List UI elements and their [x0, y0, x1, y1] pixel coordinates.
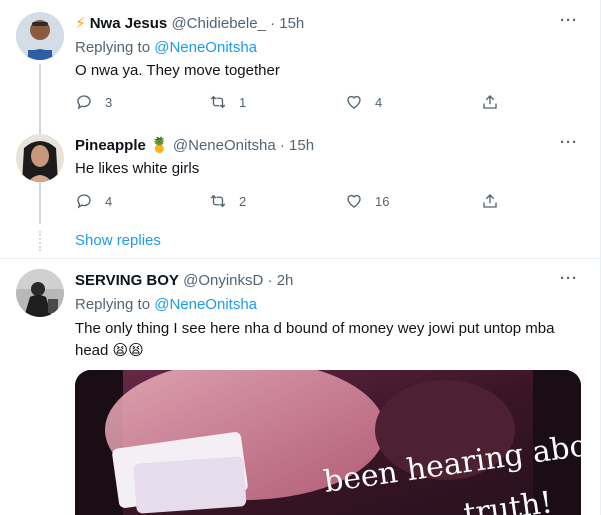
- like-count: 4: [375, 94, 383, 110]
- avatar-image: [16, 134, 64, 182]
- reply-button[interactable]: 3: [75, 92, 112, 112]
- video-thumbnail: been hearing about truth!: [75, 370, 581, 515]
- tweet-nwa-jesus[interactable]: ⚡ Nwa Jesus @Chidiebele_ · 15h ··· Reply…: [0, 0, 600, 224]
- like-button[interactable]: 16: [345, 191, 389, 211]
- avatar[interactable]: [16, 269, 64, 317]
- replying-label: Replying to: [75, 296, 151, 313]
- timeline: ⚡ Nwa Jesus @Chidiebele_ · 15h ··· Reply…: [0, 0, 601, 515]
- display-name[interactable]: SERVING BOY: [75, 272, 179, 289]
- tweet-text: O nwa ya. They move together: [75, 62, 280, 79]
- replying-to-link[interactable]: @NeneOnitsha: [154, 296, 257, 313]
- tweet-actions: 3 1 4: [75, 92, 505, 112]
- reply-count: 3: [105, 94, 113, 110]
- retweet-icon: [210, 95, 226, 109]
- replying-to: Replying to @NeneOnitsha: [75, 39, 257, 56]
- share-button[interactable]: [481, 92, 499, 112]
- share-icon: [483, 194, 497, 208]
- reply-icon: [77, 194, 91, 209]
- tweet-header: SERVING BOY @OnyinksD · 2h: [75, 271, 293, 291]
- show-replies-link[interactable]: Show replies: [75, 232, 161, 249]
- show-replies-row[interactable]: Show replies: [0, 225, 600, 258]
- separator-dot: ·: [279, 137, 285, 154]
- reply-icon: [77, 95, 91, 110]
- tweet-serving-boy[interactable]: SERVING BOY @OnyinksD · 2h ··· Replying …: [0, 259, 600, 515]
- avatar[interactable]: [16, 12, 64, 60]
- share-button[interactable]: [481, 191, 499, 211]
- replying-to-link[interactable]: @NeneOnitsha: [154, 39, 257, 56]
- more-icon[interactable]: ···: [560, 270, 578, 287]
- heart-icon: [347, 95, 361, 109]
- more-icon[interactable]: ···: [560, 134, 578, 151]
- display-name[interactable]: Pineapple: [75, 137, 146, 154]
- user-handle[interactable]: @OnyinksD: [183, 272, 263, 289]
- retweet-count: 1: [239, 94, 247, 110]
- separator-dot: ·: [267, 272, 273, 289]
- replying-to: Replying to @NeneOnitsha: [75, 296, 257, 313]
- lightning-badge: ⚡: [75, 15, 86, 32]
- share-icon: [483, 95, 497, 109]
- retweet-icon: [210, 194, 226, 208]
- thread-dots: [39, 231, 41, 251]
- timestamp[interactable]: 2h: [277, 272, 294, 289]
- pineapple-badge: 🍍: [150, 137, 169, 154]
- retweet-count: 2: [239, 193, 247, 209]
- tweet-text: He likes white girls: [75, 160, 200, 177]
- retweet-button[interactable]: 2: [209, 191, 246, 211]
- user-handle[interactable]: @Chidiebele_: [171, 15, 265, 32]
- tweet-pineapple[interactable]: Pineapple 🍍 @NeneOnitsha · 15h ··· He li…: [0, 125, 600, 225]
- reply-count: 4: [105, 193, 113, 209]
- replying-label: Replying to: [75, 39, 151, 56]
- tweet-media[interactable]: been hearing about truth!: [75, 370, 581, 515]
- avatar[interactable]: [16, 134, 64, 182]
- tweet-header: ⚡ Nwa Jesus @Chidiebele_ · 15h: [75, 14, 304, 34]
- tweet-header: Pineapple 🍍 @NeneOnitsha · 15h: [75, 136, 314, 156]
- reply-button[interactable]: 4: [75, 191, 112, 211]
- retweet-button[interactable]: 1: [209, 92, 246, 112]
- more-icon[interactable]: ···: [560, 12, 578, 29]
- avatar-image: [16, 269, 64, 317]
- timestamp[interactable]: 15h: [289, 137, 314, 154]
- timestamp[interactable]: 15h: [279, 15, 304, 32]
- separator-dot: ·: [270, 15, 276, 32]
- like-button[interactable]: 4: [345, 92, 382, 112]
- like-count: 16: [375, 193, 390, 209]
- tweet-text: The only thing I see here nha d bound of…: [75, 320, 555, 359]
- display-name[interactable]: Nwa Jesus: [90, 15, 168, 32]
- avatar-image: [16, 12, 64, 60]
- user-handle[interactable]: @NeneOnitsha: [173, 137, 276, 154]
- heart-icon: [347, 194, 361, 208]
- tweet-actions: 4 2 16: [75, 191, 505, 211]
